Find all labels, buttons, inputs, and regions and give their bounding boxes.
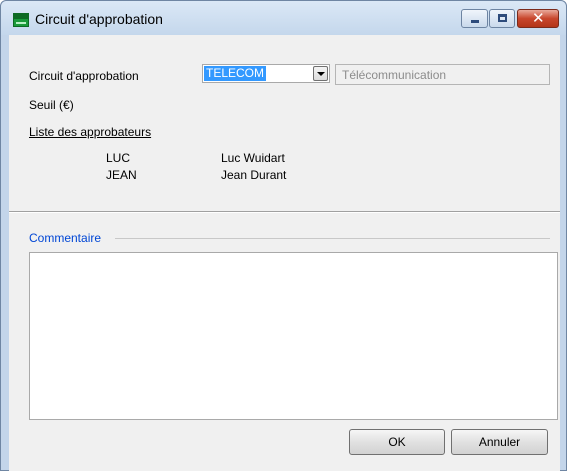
circuit-select[interactable]: TELECOM (202, 64, 330, 83)
title-bar[interactable]: Circuit d'approbation ✕ (1, 1, 566, 35)
ok-button[interactable]: OK (349, 429, 445, 455)
window-title: Circuit d'approbation (35, 11, 163, 27)
dialog-window: Circuit d'approbation ✕ Circuit d'approb… (0, 0, 567, 471)
approver-code: LUC (106, 151, 131, 165)
approver-name: Luc Wuidart (221, 151, 285, 165)
minimize-button[interactable] (461, 9, 488, 28)
maximize-icon (498, 14, 507, 22)
approvers-list-label: Liste des approbateurs (29, 125, 152, 139)
cancel-button[interactable]: Annuler (451, 429, 548, 455)
chevron-down-icon[interactable] (313, 66, 328, 81)
comment-legend-line (115, 238, 550, 239)
close-button[interactable]: ✕ (517, 9, 559, 28)
seuil-label: Seuil (€) (29, 98, 74, 112)
circuit-description-field: Télécommunication (335, 64, 550, 85)
maximize-button[interactable] (489, 9, 515, 28)
comment-textarea[interactable] (29, 252, 558, 420)
app-icon (13, 13, 29, 27)
section-divider (9, 211, 560, 213)
minimize-icon (471, 20, 479, 23)
comment-legend: Commentaire (29, 231, 102, 245)
approver-code: JEAN (106, 168, 137, 182)
approver-name: Jean Durant (221, 168, 287, 182)
close-icon: ✕ (532, 9, 545, 27)
circuit-label: Circuit d'approbation (29, 69, 139, 83)
dialog-body: Circuit d'approbation TELECOM Télécommun… (9, 35, 560, 471)
circuit-select-value: TELECOM (204, 66, 267, 81)
